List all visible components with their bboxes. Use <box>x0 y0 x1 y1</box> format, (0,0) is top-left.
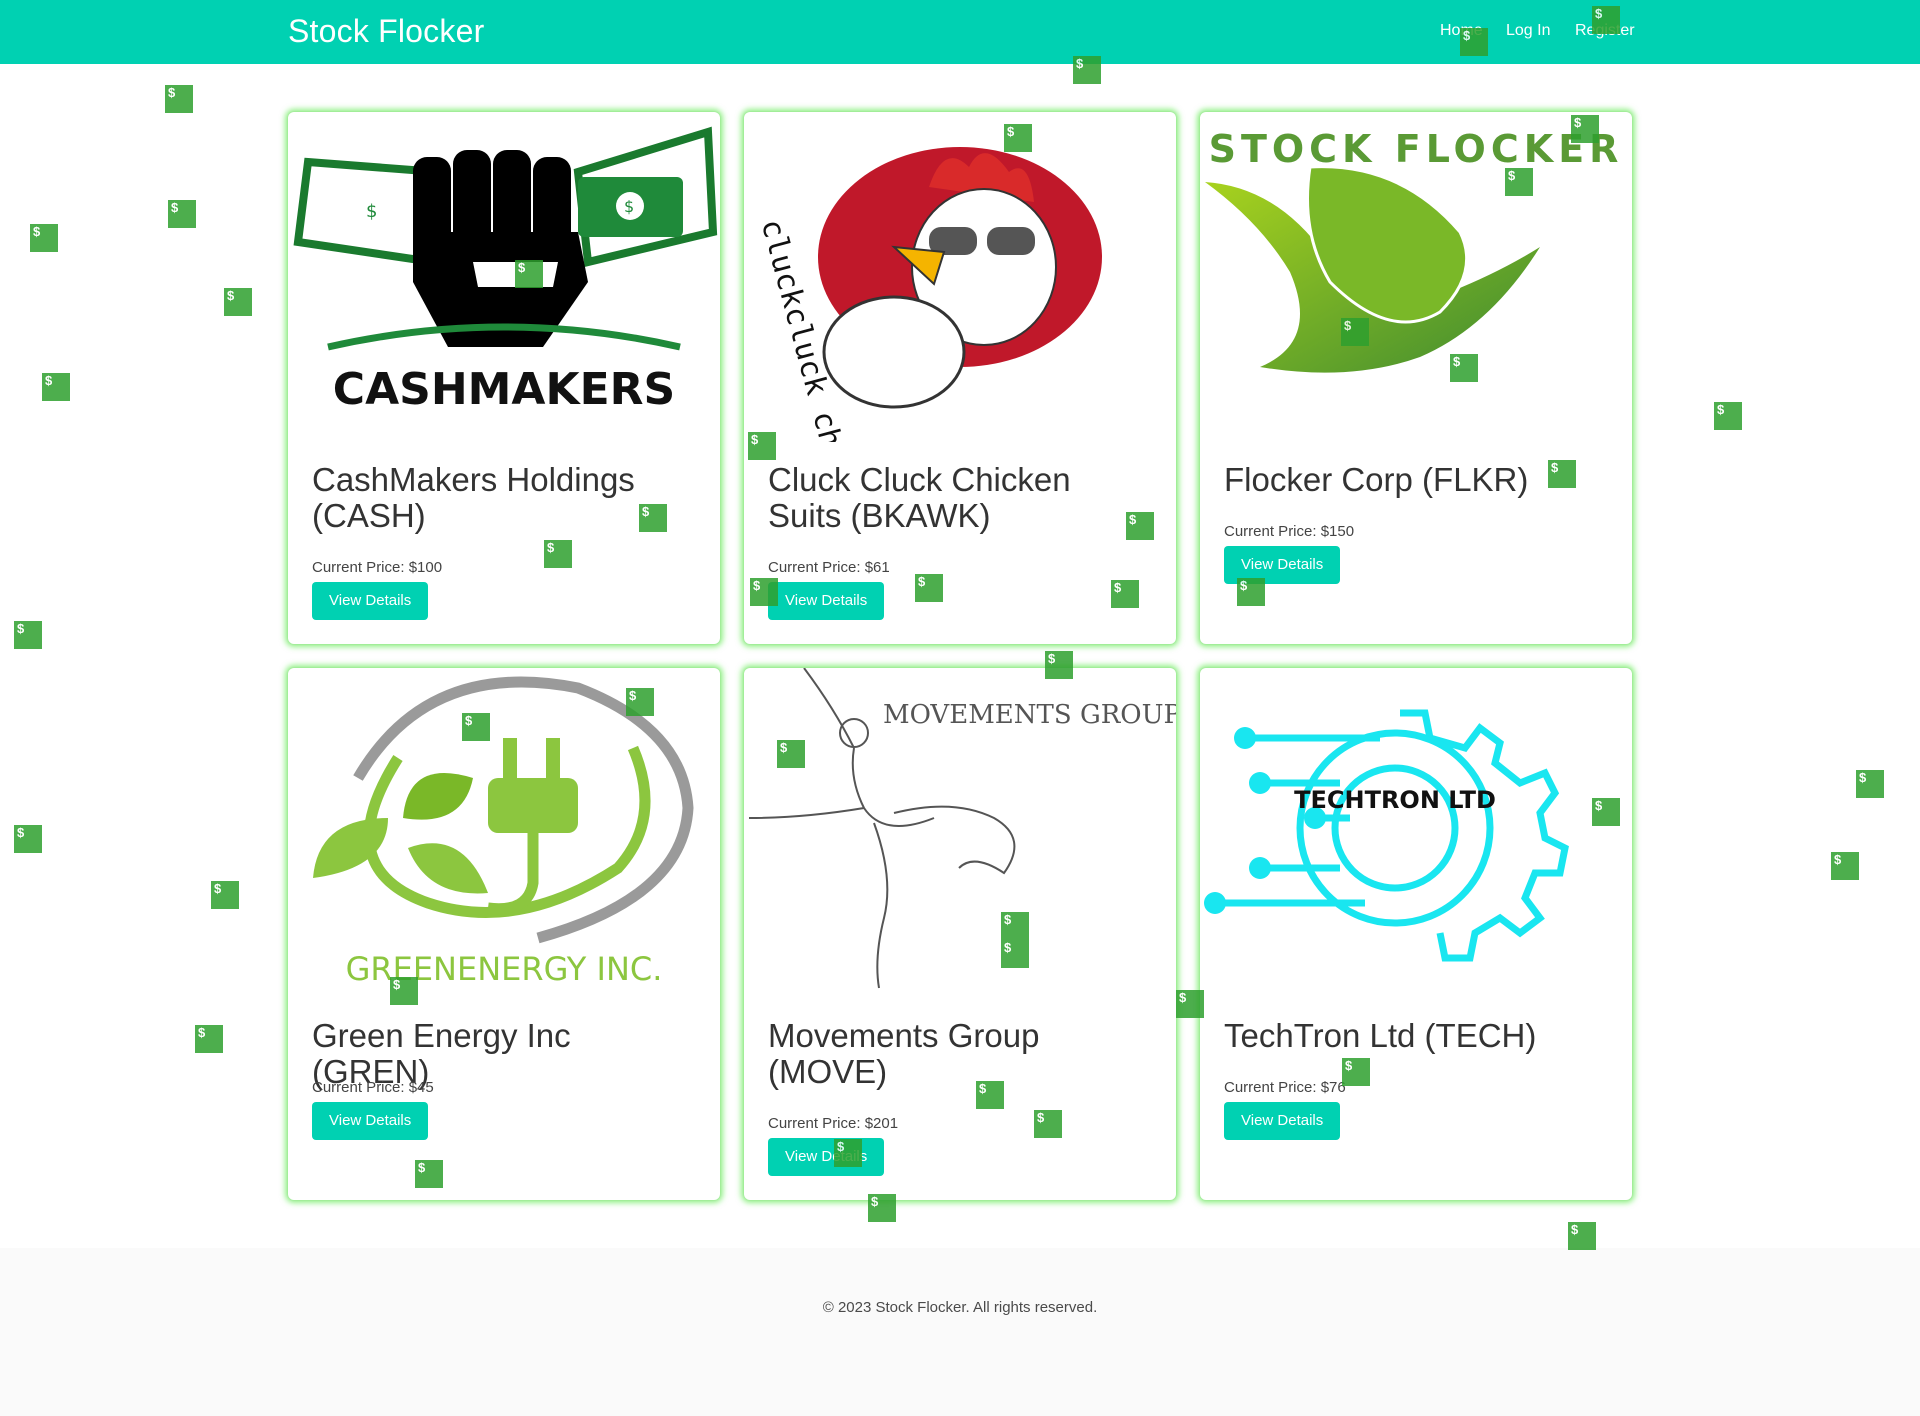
cashmakers-logo: $ $ CASHMAKERS <box>288 112 720 442</box>
money-bill-icon: $ <box>868 1194 896 1222</box>
money-bill-icon: $ <box>1126 512 1154 540</box>
flocker-logo-text: STOCK FLOCKER <box>1209 127 1624 171</box>
nav-link-login[interactable]: Log In <box>1506 22 1550 40</box>
money-bill-icon: $ <box>14 825 42 853</box>
money-bill-icon: $ <box>168 200 196 228</box>
card-title: TechTron Ltd (TECH) <box>1224 1017 1537 1054</box>
top-navbar: Stock Flocker Home Log In Register <box>0 0 1920 64</box>
money-bill-icon: $ <box>777 740 805 768</box>
money-bill-icon: $ <box>915 574 943 602</box>
stock-card: GREENENERGY INC. Green Energy Inc (GREN)… <box>288 668 720 1200</box>
green-energy-logo: GREENENERGY INC. <box>288 668 720 998</box>
money-bill-icon: $ <box>976 1081 1004 1109</box>
cluck-cluck-logo: cluckcluck chicken suits <box>744 112 1176 442</box>
money-bill-icon: $ <box>195 1025 223 1053</box>
card-price: Current Price: $61 <box>768 559 890 576</box>
money-bill-icon: $ <box>30 224 58 252</box>
money-bill-icon: $ <box>224 288 252 316</box>
money-bill-icon: $ <box>1004 124 1032 152</box>
techtron-logo: TECHTRON LTD <box>1200 668 1632 998</box>
footer-copyright: © 2023 Stock Flocker. All rights reserve… <box>822 1299 1098 1316</box>
money-bill-icon: $ <box>1001 912 1029 940</box>
card-price: Current Price: $45 <box>312 1079 434 1096</box>
money-bill-icon: $ <box>626 688 654 716</box>
money-bill-icon: $ <box>390 977 418 1005</box>
stock-card: $ $ CASHMAKERS CashMakers Holdings (CASH… <box>288 112 720 644</box>
money-bill-icon: $ <box>462 713 490 741</box>
money-bill-icon: $ <box>1073 56 1101 84</box>
card-title: Cluck Cluck Chicken Suits (BKAWK) <box>768 461 1071 534</box>
money-bill-icon: $ <box>1176 990 1204 1018</box>
card-price: Current Price: $76 <box>1224 1079 1346 1096</box>
money-bill-icon: $ <box>515 260 543 288</box>
cashmakers-logo-text: CASHMAKERS <box>333 364 675 415</box>
money-bill-icon: $ <box>1592 798 1620 826</box>
movements-group-logo: MOVEMENTS GROUP <box>744 668 1176 998</box>
money-bill-icon: $ <box>1831 852 1859 880</box>
money-bill-icon: $ <box>1034 1110 1062 1138</box>
page-footer: © 2023 Stock Flocker. All rights reserve… <box>0 1248 1920 1416</box>
money-bill-icon: $ <box>42 373 70 401</box>
money-bill-icon: $ <box>1505 168 1533 196</box>
money-bill-icon: $ <box>1856 770 1884 798</box>
money-bill-icon: $ <box>1568 1222 1596 1250</box>
money-bill-icon: $ <box>165 85 193 113</box>
money-bill-icon: $ <box>211 881 239 909</box>
money-bill-icon: $ <box>1460 28 1488 56</box>
money-bill-icon: $ <box>1342 1058 1370 1086</box>
card-price: Current Price: $100 <box>312 559 443 576</box>
techtron-logo-text: TECHTRON LTD <box>1294 786 1496 814</box>
money-bill-icon: $ <box>1341 318 1369 346</box>
money-bill-icon: $ <box>1001 940 1029 968</box>
view-details-button[interactable]: View Details <box>312 582 429 620</box>
view-details-button[interactable]: View Details <box>768 582 885 620</box>
movements-logo-text: MOVEMENTS GROUP <box>883 700 1176 730</box>
money-bill-icon: $ <box>834 1139 862 1167</box>
card-title: Flocker Corp (FLKR) <box>1224 461 1529 498</box>
view-details-button[interactable]: View Details <box>768 1138 885 1176</box>
money-bill-icon: $ <box>1548 460 1576 488</box>
card-title: Movements Group (MOVE) <box>768 1017 1040 1090</box>
stock-card: MOVEMENTS GROUP Movements Group (MOVE) C… <box>744 668 1176 1200</box>
view-details-button[interactable]: View Details <box>312 1102 429 1140</box>
money-bill-icon: $ <box>750 578 778 606</box>
money-bill-icon: $ <box>1045 651 1073 679</box>
svg-text:$: $ <box>366 201 377 222</box>
money-bill-icon: $ <box>1714 402 1742 430</box>
money-bill-icon: $ <box>748 432 776 460</box>
money-bill-icon: $ <box>1571 115 1599 143</box>
money-bill-icon: $ <box>1111 580 1139 608</box>
money-bill-icon: $ <box>639 504 667 532</box>
stock-flocker-logo: STOCK FLOCKER <box>1200 112 1632 442</box>
stock-card: STOCK FLOCKER Flocker Corp (FLKR) Curren… <box>1200 112 1632 644</box>
stock-card: cluckcluck chicken suits Cluck Cluck Chi… <box>744 112 1176 644</box>
money-bill-icon: $ <box>1450 354 1478 382</box>
stock-card: TECHTRON LTD TechTron Ltd (TECH) Current… <box>1200 668 1632 1200</box>
money-bill-icon: $ <box>14 621 42 649</box>
money-bill-icon: $ <box>544 540 572 568</box>
card-title: CashMakers Holdings (CASH) <box>312 461 635 534</box>
money-bill-icon: $ <box>1592 6 1620 34</box>
brand-logo-text[interactable]: Stock Flocker <box>288 13 484 50</box>
svg-text:$: $ <box>624 197 634 216</box>
card-price: Current Price: $201 <box>768 1115 899 1132</box>
money-bill-icon: $ <box>1237 578 1265 606</box>
card-price: Current Price: $150 <box>1224 523 1355 540</box>
money-bill-icon: $ <box>415 1160 443 1188</box>
view-details-button[interactable]: View Details <box>1224 1102 1341 1140</box>
